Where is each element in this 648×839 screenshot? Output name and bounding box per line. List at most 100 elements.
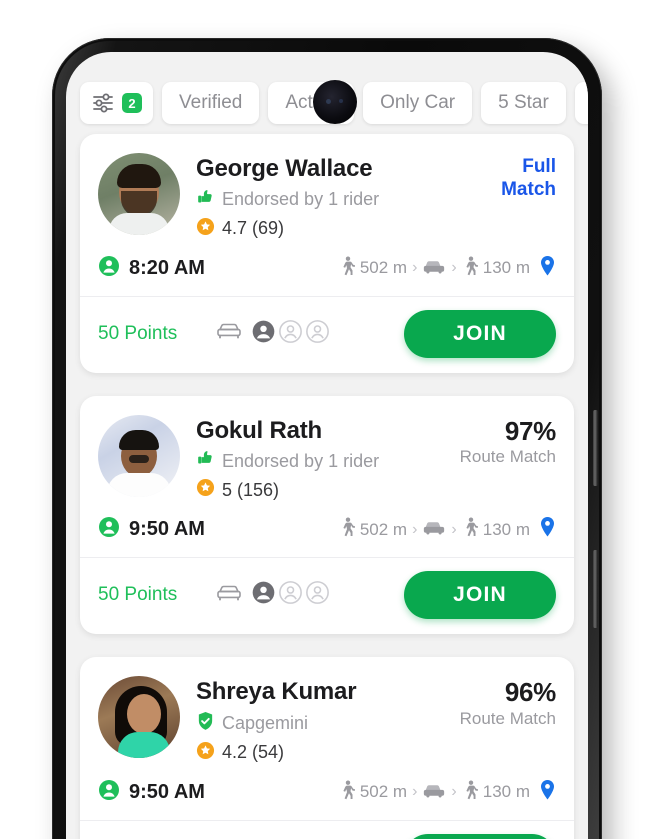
driver-name: George Wallace — [196, 155, 373, 182]
time-text: 8:20 AM — [129, 256, 205, 279]
ride-card-footer: 50 Points JOIN — [80, 297, 574, 373]
walk-icon — [339, 780, 355, 805]
ride-card-header: George Wallace Endorsed by 1 rider 4.7 (… — [80, 134, 574, 241]
seat-empty-icon — [278, 319, 303, 349]
avatar[interactable] — [98, 414, 180, 497]
filter-chip-label: 5 Star — [498, 92, 549, 113]
walk-icon — [462, 256, 478, 281]
join-button[interactable]: JOIN — [404, 571, 556, 620]
rating-row: 4.2 (54) — [196, 741, 444, 765]
star-badge-icon — [196, 217, 215, 241]
car-icon — [422, 781, 446, 804]
walk-start-distance: 502 m — [359, 258, 408, 278]
avatar[interactable] — [98, 153, 180, 235]
thumbs-up-icon — [196, 449, 215, 473]
ride-card[interactable]: Gokul Rath Endorsed by 1 rider 5 (156) 9… — [80, 395, 574, 635]
power-button[interactable] — [593, 550, 598, 628]
walk-end-distance: 130 m — [482, 782, 530, 802]
driver-info: George Wallace Endorsed by 1 rider 4.7 (… — [196, 153, 444, 241]
departure-time: 9:50 AM — [98, 779, 205, 806]
endorsement-text: Endorsed by 1 rider — [222, 450, 380, 471]
match-percent: 96% — [504, 677, 556, 708]
walk-icon — [462, 780, 478, 805]
join-button[interactable]: JOIN — [404, 833, 556, 839]
front-camera-punch-hole — [313, 80, 357, 124]
filter-chip-only-car[interactable]: Only Car — [363, 82, 473, 124]
route-details: 502 m › › 130 m — [339, 516, 556, 543]
shield-check-icon — [196, 711, 215, 736]
driver-info: Shreya Kumar Capgemini 4.2 (54) — [196, 676, 444, 765]
driver-info: Gokul Rath Endorsed by 1 rider 5 (156) — [196, 415, 444, 503]
endorsement-row: Endorsed by 1 rider — [196, 188, 444, 212]
seat-empty-icon — [278, 580, 303, 610]
departure-time: 8:20 AM — [98, 255, 205, 282]
endorsement-row: Endorsed by 1 rider — [196, 449, 444, 473]
rating-row: 4.7 (69) — [196, 217, 444, 241]
match-line-1: Full — [522, 156, 556, 177]
rating-value: 4.7 (69) — [222, 218, 285, 239]
car-front-icon — [215, 583, 243, 608]
points-label: 50 Points — [98, 584, 178, 606]
ride-card-footer: 50 Points JOIN — [80, 558, 574, 634]
time-text: 9:50 AM — [129, 518, 205, 541]
seat-availability — [215, 580, 330, 610]
match-indicator: 96% Route Match — [459, 676, 557, 729]
chevron-right-icon: › — [412, 259, 418, 277]
time-text: 9:50 AM — [129, 780, 205, 803]
ride-card[interactable]: Shreya Kumar Capgemini 4.2 (54) 96% Rout… — [80, 657, 574, 839]
route-row: 9:50 AM 502 m › › 130 m — [80, 765, 574, 821]
walk-start-distance: 502 m — [359, 519, 408, 539]
volume-button[interactable] — [593, 410, 598, 486]
screenshot-root: 2 Verified Active Only Car 5 Star Image — [0, 0, 648, 839]
match-label: Route Match — [459, 708, 556, 728]
join-button[interactable]: JOIN — [404, 309, 556, 358]
star-badge-icon — [196, 478, 215, 502]
person-circle-icon — [98, 779, 120, 806]
rating-value: 4.2 (54) — [222, 742, 285, 763]
rating-value: 5 (156) — [222, 479, 280, 500]
person-circle-icon — [98, 255, 120, 282]
match-indicator: 97% Route Match — [460, 415, 557, 468]
walk-end-distance: 130 m — [482, 258, 530, 278]
driver-name: Gokul Rath — [196, 416, 323, 444]
sliders-icon — [91, 92, 115, 114]
ride-card[interactable]: George Wallace Endorsed by 1 rider 4.7 (… — [80, 134, 574, 373]
filter-settings-button[interactable]: 2 — [80, 82, 153, 124]
filter-chip-image[interactable]: Image — [574, 82, 588, 124]
phone-screen: 2 Verified Active Only Car 5 Star Image — [66, 52, 588, 839]
walk-start-distance: 502 m — [359, 782, 408, 802]
route-row: 8:20 AM 502 m › › 130 m — [80, 241, 574, 297]
star-badge-icon — [196, 741, 215, 765]
car-icon — [422, 257, 446, 280]
phone-frame: 2 Verified Active Only Car 5 Star Image — [52, 38, 602, 839]
chevron-right-icon: › — [451, 259, 457, 277]
walk-end-distance: 130 m — [482, 519, 530, 539]
chevron-right-icon: › — [451, 783, 457, 801]
company-text: Capgemini — [222, 712, 309, 733]
person-circle-icon — [98, 516, 120, 543]
filter-count-badge: 2 — [122, 93, 142, 113]
seat-filled-icon — [251, 319, 276, 349]
departure-time: 9:50 AM — [98, 516, 205, 543]
location-pin-icon — [539, 516, 556, 543]
chevron-right-icon: › — [451, 520, 457, 538]
car-front-icon — [215, 321, 243, 346]
seat-availability — [215, 319, 330, 349]
ride-list: George Wallace Endorsed by 1 rider 4.7 (… — [66, 134, 588, 839]
route-details: 502 m › › 130 m — [339, 779, 556, 806]
walk-icon — [339, 256, 355, 281]
company-row: Capgemini — [196, 711, 444, 736]
points-label: 50 Points — [98, 322, 178, 344]
walk-icon — [339, 517, 355, 542]
endorsement-text: Endorsed by 1 rider — [222, 189, 380, 210]
avatar[interactable] — [98, 676, 180, 759]
filter-chip-label: Only Car — [380, 92, 456, 113]
filter-chip-verified[interactable]: Verified — [162, 82, 260, 124]
filter-chip-5-star[interactable]: 5 Star — [481, 82, 566, 124]
ride-card-footer: 50 Points BIKEPOOL JOIN — [80, 821, 574, 839]
ride-card-header: Gokul Rath Endorsed by 1 rider 5 (156) 9… — [80, 396, 574, 503]
route-details: 502 m › › 130 m — [339, 255, 556, 282]
match-indicator: Full Match — [460, 153, 556, 201]
seat-filled-icon — [251, 580, 276, 610]
location-pin-icon — [539, 779, 556, 806]
